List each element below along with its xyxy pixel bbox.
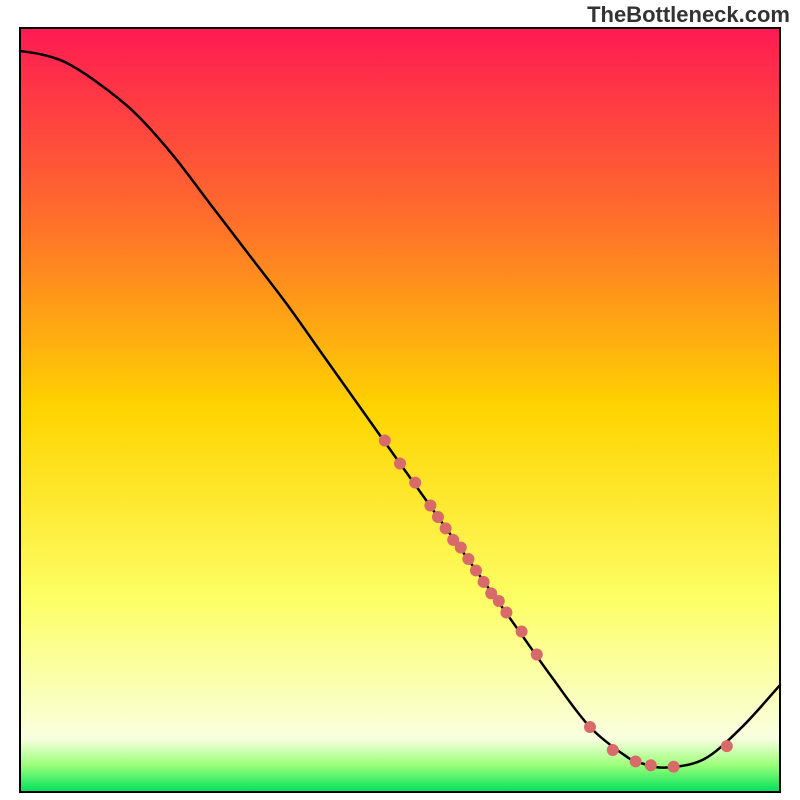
data-point [424,500,436,512]
data-point [516,626,528,638]
data-point [455,542,467,554]
data-point [630,755,642,767]
data-point [500,606,512,618]
data-point [721,740,733,752]
data-point [493,595,505,607]
data-point [645,759,657,771]
chart-container: TheBottleneck.com [0,0,800,800]
data-point [394,457,406,469]
data-point [462,553,474,565]
data-point [470,564,482,576]
data-point [584,721,596,733]
plot-background [20,28,780,792]
data-point [607,744,619,756]
data-point [478,576,490,588]
data-point [531,648,543,660]
data-point [440,522,452,534]
data-point [668,761,680,773]
watermark-text: TheBottleneck.com [587,2,790,28]
chart-svg [0,0,800,800]
data-point [432,511,444,523]
data-point [409,477,421,489]
data-point [379,435,391,447]
